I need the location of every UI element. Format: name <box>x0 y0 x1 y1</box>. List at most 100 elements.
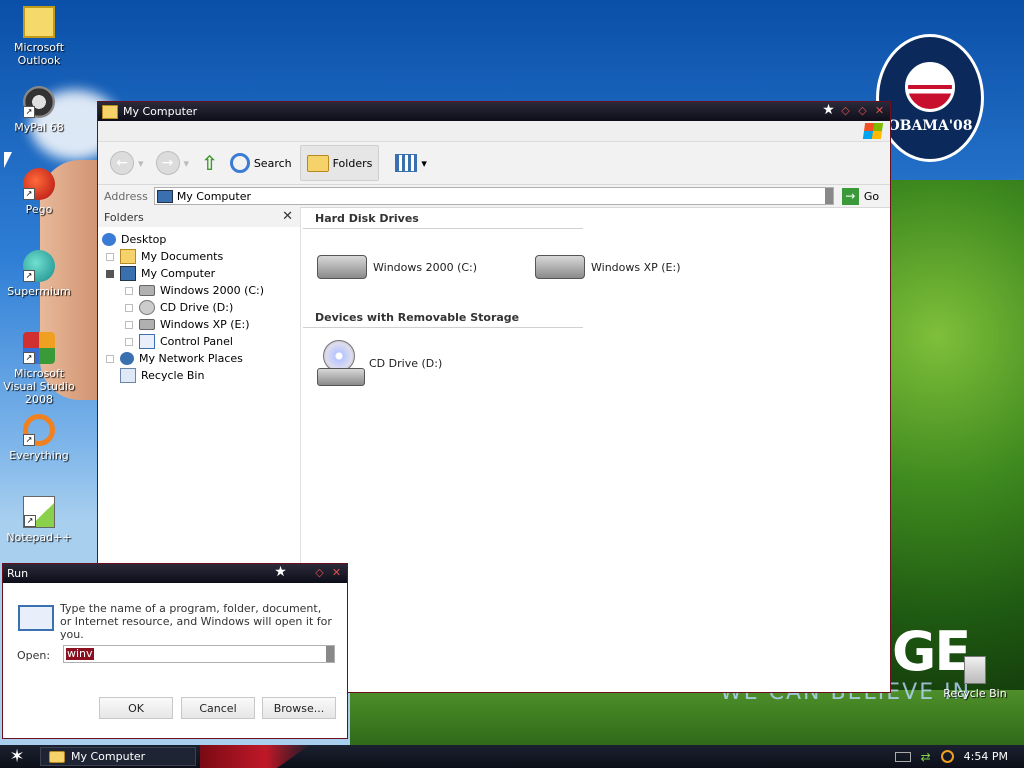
shortcut-arrow-icon: ↗ <box>23 188 35 200</box>
up-button[interactable]: ⇧ <box>197 146 222 180</box>
open-label: Open: <box>17 649 51 662</box>
star-menu-icon[interactable]: ★ <box>822 103 835 117</box>
tree-item-label: My Network Places <box>139 352 243 365</box>
drive-item-d[interactable]: CD Drive (D:) <box>317 340 442 386</box>
open-dropdown-button[interactable] <box>326 646 334 662</box>
cancel-button[interactable]: Cancel <box>181 697 255 719</box>
go-button[interactable]: → Go <box>841 187 879 205</box>
obama-logo-text: OBAMA'08 <box>887 118 973 134</box>
go-arrow-icon: → <box>841 187 859 205</box>
folder-icon <box>102 104 118 119</box>
dropdown-arrow-icon: ▾ <box>421 156 427 170</box>
tree-item-control-panel[interactable]: Control Panel <box>98 333 300 350</box>
tree-item-label: My Documents <box>141 250 224 263</box>
content-pane: Hard Disk Drives Windows 2000 (C:) Windo… <box>303 207 888 692</box>
search-button[interactable]: Search <box>226 146 296 180</box>
search-label: Search <box>253 156 292 170</box>
drive-item-c[interactable]: Windows 2000 (C:) <box>317 255 477 279</box>
drive-label: Windows XP (E:) <box>591 260 681 274</box>
address-label: Address <box>104 189 148 203</box>
tree-expander[interactable] <box>125 303 133 312</box>
tree-expander[interactable] <box>106 354 114 363</box>
run-dialog: Run ★ ◇ ✕ Type the name of a program, fo… <box>2 563 348 739</box>
tree-item-network-places[interactable]: My Network Places <box>98 350 300 367</box>
cd-drive-icon <box>139 300 155 315</box>
desktop-icon-label: Microsoft Visual Studio 2008 <box>3 367 75 406</box>
maximize-button[interactable]: ◇ <box>313 566 326 579</box>
network-icon[interactable]: ⇄ <box>921 750 931 764</box>
views-button[interactable]: ▾ <box>391 146 431 180</box>
tree-expander[interactable] <box>106 252 114 261</box>
close-button[interactable]: ✕ <box>873 104 886 117</box>
mypal-raccoon-icon: ↗ <box>23 86 55 118</box>
taskbar-decoration <box>200 745 310 768</box>
tree-item-label: Control Panel <box>160 335 233 348</box>
tree-item-drive-d[interactable]: CD Drive (D:) <box>98 299 300 316</box>
control-panel-icon <box>139 334 155 349</box>
desktop-icon-outlook[interactable]: Microsoft Outlook <box>0 6 78 67</box>
tree-expander[interactable] <box>125 337 133 346</box>
ok-button[interactable]: OK <box>99 697 173 719</box>
windows-flag-icon <box>862 123 884 139</box>
obama-sunrise-icon <box>905 62 955 112</box>
address-bar: Address My Computer → Go <box>98 185 890 208</box>
address-value: My Computer <box>176 189 251 203</box>
open-combobox[interactable]: winv <box>63 645 335 663</box>
my-computer-icon <box>156 189 173 203</box>
window-title: My Computer <box>123 105 198 118</box>
open-input[interactable] <box>64 646 326 662</box>
shortcut-arrow-icon: ↗ <box>23 270 35 282</box>
tree-item-desktop[interactable]: Desktop <box>98 231 300 248</box>
close-button[interactable]: ✕ <box>330 566 343 579</box>
folders-pane-title: Folders <box>104 210 144 224</box>
taskbar-button-my-computer[interactable]: My Computer <box>40 747 196 766</box>
start-star-icon[interactable]: ✶ <box>6 746 28 768</box>
folder-icon <box>49 750 65 763</box>
my-documents-icon <box>120 249 136 264</box>
tree-expander[interactable] <box>125 286 133 295</box>
drive-item-e[interactable]: Windows XP (E:) <box>535 255 681 279</box>
run-titlebar[interactable]: Run ★ ◇ ✕ <box>3 564 347 583</box>
desktop-icon-notepadpp[interactable]: ↗ Notepad++ <box>0 496 78 544</box>
desktop-icon-mypal[interactable]: ↗ MyPal 68 <box>0 86 78 134</box>
tree-item-my-documents[interactable]: My Documents <box>98 248 300 265</box>
desktop-icon-visual-studio[interactable]: ↗ Microsoft Visual Studio 2008 <box>0 332 78 406</box>
recycle-bin-icon <box>964 656 986 684</box>
group-header-hard-disks: Hard Disk Drives <box>303 209 583 229</box>
network-places-icon <box>120 352 134 365</box>
folders-pane-header: Folders ✕ <box>98 207 300 227</box>
browse-button[interactable]: Browse... <box>262 697 336 719</box>
desktop-icon-label: Pego <box>25 203 53 216</box>
forward-arrow-icon: → <box>155 151 180 175</box>
address-dropdown-button[interactable] <box>824 188 833 204</box>
folders-button[interactable]: Folders <box>299 145 380 181</box>
tree-item-drive-c[interactable]: Windows 2000 (C:) <box>98 282 300 299</box>
desktop-icon-pego[interactable]: ↗ Pego <box>0 168 78 216</box>
desktop-icon-recycle-bin[interactable]: Recycle Bin <box>936 656 1014 700</box>
mouse-cursor-icon <box>4 152 12 168</box>
tree-expander[interactable] <box>125 320 133 329</box>
views-icon <box>395 154 418 172</box>
clock[interactable]: 4:54 PM <box>964 750 1008 763</box>
address-field[interactable]: My Computer <box>153 187 834 205</box>
cd-drive-icon <box>317 340 365 386</box>
desktop-icon-supermium[interactable]: ↗ Supermium <box>0 250 78 298</box>
tree-item-recycle-bin[interactable]: Recycle Bin <box>98 367 300 384</box>
forward-button[interactable]: → ▾ <box>152 146 194 180</box>
taskbar: ✶ My Computer ⇄ 4:54 PM <box>0 745 1024 768</box>
system-tray: ⇄ 4:54 PM <box>894 745 1024 768</box>
search-tray-icon[interactable] <box>940 750 954 763</box>
close-pane-icon[interactable]: ✕ <box>282 209 293 224</box>
back-button[interactable]: ← ▾ <box>106 146 148 180</box>
tree-expander[interactable] <box>106 269 114 278</box>
desktop-icon-label: Microsoft Outlook <box>13 41 65 67</box>
tree-item-my-computer[interactable]: My Computer <box>98 265 300 282</box>
minimize-button[interactable]: ◇ <box>839 104 852 117</box>
star-menu-icon[interactable]: ★ <box>274 565 287 579</box>
keyboard-icon[interactable] <box>894 751 911 762</box>
hard-drive-icon <box>139 285 155 296</box>
maximize-button[interactable]: ◇ <box>856 104 869 117</box>
explorer-titlebar[interactable]: My Computer ★ ◇ ◇ ✕ <box>98 102 890 121</box>
tree-item-drive-e[interactable]: Windows XP (E:) <box>98 316 300 333</box>
desktop-icon-everything[interactable]: ↗ Everything <box>0 414 78 462</box>
